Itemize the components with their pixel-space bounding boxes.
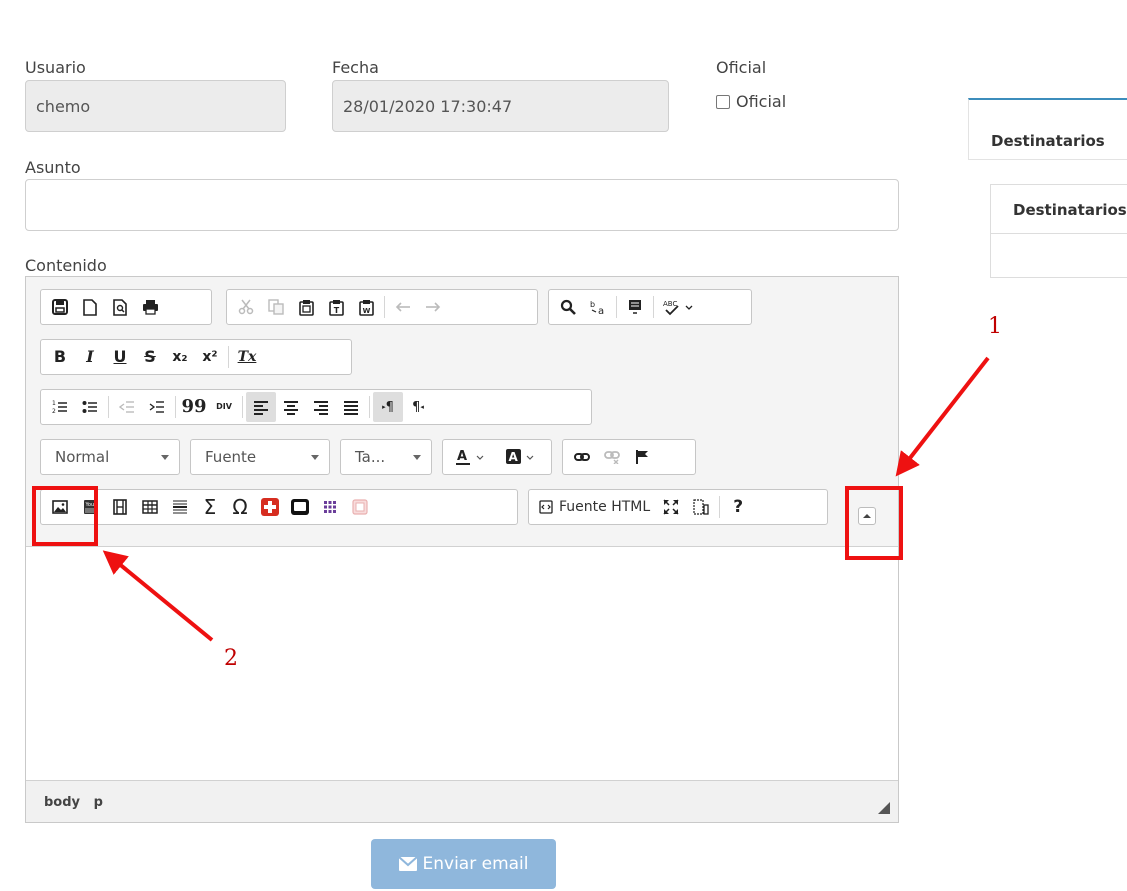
annotation-number-1: 1 (988, 314, 1002, 339)
send-email-button[interactable]: Enviar email (371, 839, 556, 889)
annotation-number-2: 2 (224, 646, 238, 671)
envelope-icon (398, 857, 417, 871)
arrow-2 (102, 550, 214, 642)
send-email-label: Enviar email (422, 854, 529, 874)
arrow-1 (895, 356, 990, 477)
annotation-arrows (102, 356, 990, 642)
